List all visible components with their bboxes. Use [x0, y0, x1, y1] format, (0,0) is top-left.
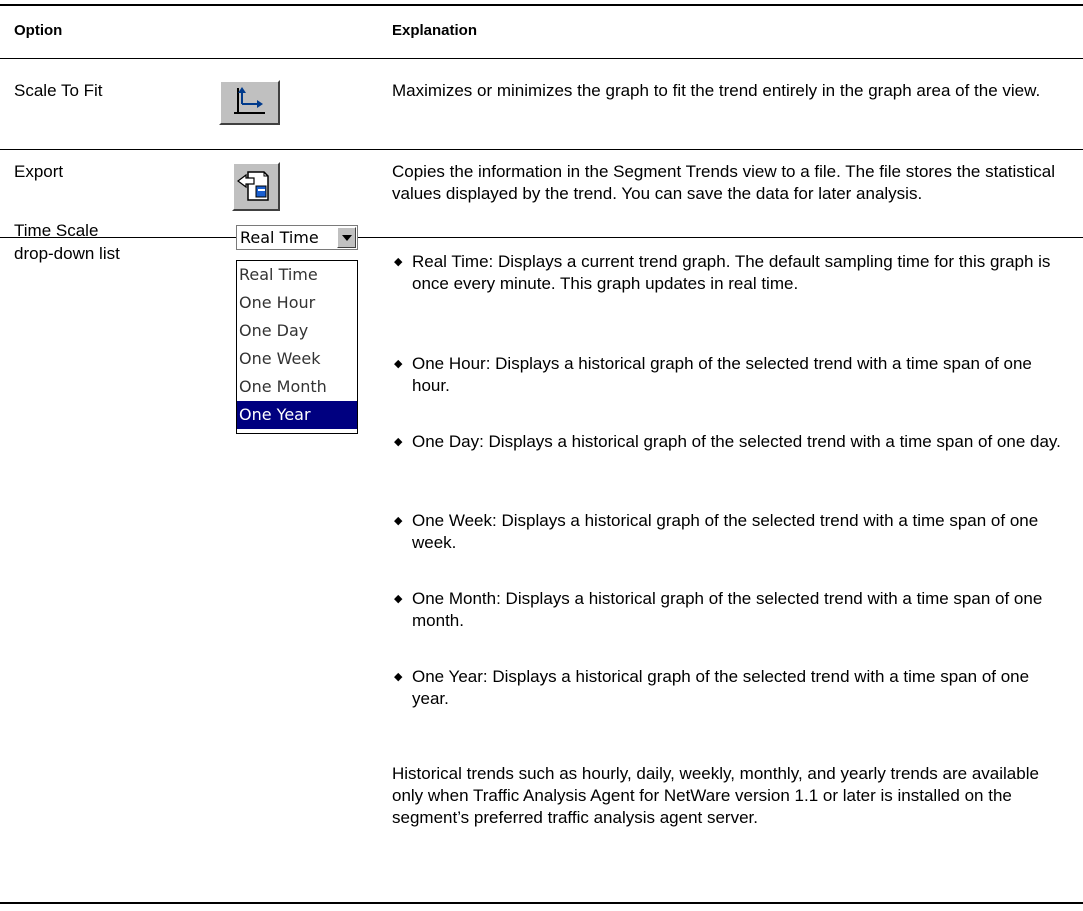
- time-scale-listbox[interactable]: Real Time One Hour One Day One Week One …: [236, 260, 358, 434]
- option-one-week[interactable]: One Week: [237, 345, 357, 373]
- row-rule-2: [0, 237, 1083, 238]
- option-time-scale-line1: Time Scale: [14, 221, 99, 240]
- option-scale-to-fit: Scale To Fit: [14, 81, 103, 100]
- option-one-month[interactable]: One Month: [237, 373, 357, 401]
- column-header-option: Option: [14, 22, 63, 39]
- time-scale-dropdown[interactable]: Real Time: [236, 225, 358, 250]
- option-real-time[interactable]: Real Time: [237, 261, 357, 289]
- bullet-icon: ◆: [394, 436, 403, 448]
- table-bottom-rule: [0, 902, 1083, 904]
- bullet-one-day: ◆ One Day: Displays a historical graph o…: [394, 432, 1061, 451]
- option-one-hour[interactable]: One Hour: [237, 289, 357, 317]
- bullet-icon: ◆: [394, 256, 403, 268]
- bullet-real-time: ◆ Real Time: Displays a current trend gr…: [394, 252, 1051, 293]
- bullet-icon: ◆: [394, 358, 403, 370]
- bullet-one-month: ◆ One Month: Displays a historical graph…: [394, 589, 1043, 630]
- option-one-year[interactable]: One Year: [237, 401, 357, 429]
- historical-trends-note: Historical trends such as hourly, daily,…: [392, 764, 1039, 827]
- option-one-day[interactable]: One Day: [237, 317, 357, 345]
- bullet-icon: ◆: [394, 593, 403, 605]
- scale-to-fit-icon: [234, 87, 265, 114]
- column-header-explanation: Explanation: [392, 22, 478, 39]
- row-rule-1: [0, 149, 1083, 150]
- scale-to-fit-button[interactable]: [219, 80, 280, 125]
- bullet-icon: ◆: [394, 515, 403, 527]
- export-icon: [237, 171, 269, 201]
- table-top-rule: [0, 4, 1083, 6]
- bullet-one-week: ◆ One Week: Displays a historical graph …: [394, 511, 1039, 552]
- bullet-one-hour: ◆ One Hour: Displays a historical graph …: [394, 354, 1032, 395]
- chevron-down-icon[interactable]: [337, 227, 356, 248]
- explanation-export: Copies the information in the Segment Tr…: [392, 162, 1056, 203]
- time-scale-selected-value: Real Time: [240, 228, 319, 247]
- option-time-scale-line2: drop-down list: [14, 244, 120, 263]
- header-rule: [0, 58, 1083, 59]
- bullet-icon: ◆: [394, 671, 403, 683]
- explanation-scale-to-fit: Maximizes or minimizes the graph to fit …: [392, 81, 1041, 100]
- bullet-one-year: ◆ One Year: Displays a historical graph …: [394, 667, 1030, 708]
- option-export: Export: [14, 162, 64, 181]
- export-button[interactable]: [232, 162, 280, 211]
